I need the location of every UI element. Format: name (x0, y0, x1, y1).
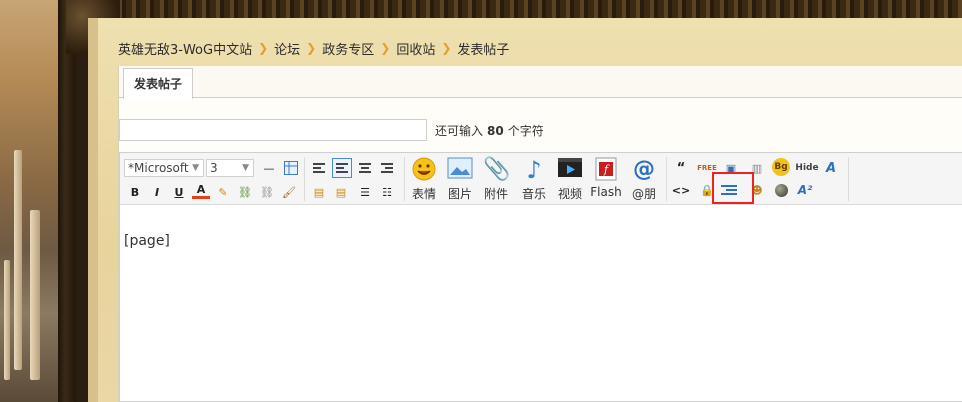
music-button[interactable]: ♪ 音乐 (518, 157, 550, 203)
bg-icon[interactable]: Bg (772, 158, 790, 176)
float-left-icon[interactable]: ▤ (310, 183, 328, 201)
italic-button[interactable]: I (148, 183, 166, 201)
flash-label: Flash (590, 185, 622, 199)
unordered-list-icon[interactable]: ☷ (378, 183, 396, 201)
smiley-icon (411, 157, 437, 183)
mention-label: @朋 (631, 187, 656, 201)
font-family-select[interactable]: *Microsoft ▼ (124, 159, 204, 177)
breadcrumb-recycle[interactable]: 回收站 (396, 39, 435, 58)
breadcrumb: 英雄无敌3-WoG中文站 ❯ 论坛 ❯ 政务专区 ❯ 回收站 ❯ 发表帖子 (118, 38, 509, 58)
bold-button[interactable]: B (126, 183, 144, 201)
remaining-count: 80 (487, 123, 504, 138)
paperclip-icon: 📎 (483, 157, 511, 182)
at-sign-icon: @ (633, 157, 655, 182)
breadcrumb-forum[interactable]: 论坛 (274, 39, 300, 58)
tab-new-post[interactable]: 发表帖子 (123, 68, 194, 99)
video-label: 视频 (557, 187, 582, 201)
highlight-box (712, 172, 754, 204)
flash-button[interactable]: f Flash (590, 157, 622, 203)
font-size-value: 3 (210, 161, 218, 175)
underline-button[interactable]: U (170, 183, 188, 201)
font-family-value: *Microsoft (128, 161, 189, 175)
font-style-icon[interactable]: A (822, 159, 840, 177)
image-button[interactable]: 图片 (444, 157, 476, 203)
image-icon (447, 157, 473, 183)
superscript-icon[interactable]: A² (796, 181, 814, 199)
video-button[interactable]: 视频 (554, 157, 586, 203)
music-note-icon: ♪ (526, 156, 542, 184)
ordered-list-icon[interactable]: ☰ (356, 183, 374, 201)
add-link-icon[interactable]: ⛓ (236, 183, 254, 201)
editor-toolbar: *Microsoft ▼ 3 ▼ — B I U A ✎ ⛓ ⛓ 🖌 ▤ ▤ ☰… (120, 153, 962, 205)
align-justify-icon[interactable] (332, 158, 352, 178)
table-icon[interactable] (282, 159, 300, 177)
remaining-chars: 还可输入 80 个字符 (435, 122, 544, 139)
hide-icon[interactable]: Hide (795, 159, 818, 177)
tab-bar: 发表帖子 (119, 66, 962, 99)
chevron-right-icon: ❯ (258, 41, 269, 55)
subject-input[interactable] (119, 119, 427, 141)
ball-icon[interactable] (772, 181, 790, 199)
page-border (58, 0, 76, 402)
float-right-icon[interactable]: ▤ (332, 183, 350, 201)
chevron-right-icon: ❯ (441, 41, 452, 55)
align-left-icon[interactable] (310, 159, 328, 177)
clear-format-brush-icon[interactable]: 🖌 (280, 183, 298, 201)
mention-button[interactable]: @ @朋 (628, 157, 660, 203)
editor-content[interactable]: [page] (124, 233, 170, 249)
highlight-pen-icon[interactable]: ✎ (214, 183, 232, 201)
chevron-down-icon: ▼ (242, 163, 249, 173)
chevron-right-icon: ❯ (380, 41, 391, 55)
horizontal-rule-icon[interactable]: — (260, 159, 278, 177)
align-right-icon[interactable] (378, 159, 396, 177)
code-icon[interactable]: <> (672, 181, 690, 199)
video-icon (557, 157, 583, 183)
remove-link-icon[interactable]: ⛓ (258, 183, 276, 201)
music-label: 音乐 (521, 187, 546, 201)
quote-icon[interactable]: “ (672, 159, 690, 177)
editor: *Microsoft ▼ 3 ▼ — B I U A ✎ ⛓ ⛓ 🖌 ▤ ▤ ☰… (119, 152, 962, 402)
remaining-prefix: 还可输入 (435, 123, 484, 138)
chevron-down-icon: ▼ (192, 163, 199, 173)
emoticon-button[interactable]: 表情 (408, 157, 440, 203)
remaining-suffix: 个字符 (507, 123, 544, 138)
attachment-button[interactable]: 📎 附件 (480, 157, 512, 203)
emoticon-label: 表情 (411, 187, 436, 201)
flash-icon: f (593, 157, 619, 183)
image-label: 图片 (447, 187, 472, 201)
chevron-right-icon: ❯ (306, 41, 317, 55)
align-center-icon[interactable] (356, 159, 374, 177)
subject-row: 还可输入 80 个字符 (119, 118, 544, 142)
bg-icon-text: Bg (772, 158, 790, 176)
breadcrumb-section[interactable]: 政务专区 (322, 39, 374, 58)
font-color-button[interactable]: A (192, 183, 210, 199)
breadcrumb-current: 发表帖子 (457, 42, 510, 58)
breadcrumb-home[interactable]: 英雄无敌3-WoG中文站 (118, 39, 252, 58)
attachment-label: 附件 (483, 187, 508, 201)
font-size-select[interactable]: 3 ▼ (206, 159, 254, 177)
post-panel: 发表帖子 还可输入 80 个字符 *Microsoft ▼ 3 ▼ — B I U A … (118, 66, 962, 402)
